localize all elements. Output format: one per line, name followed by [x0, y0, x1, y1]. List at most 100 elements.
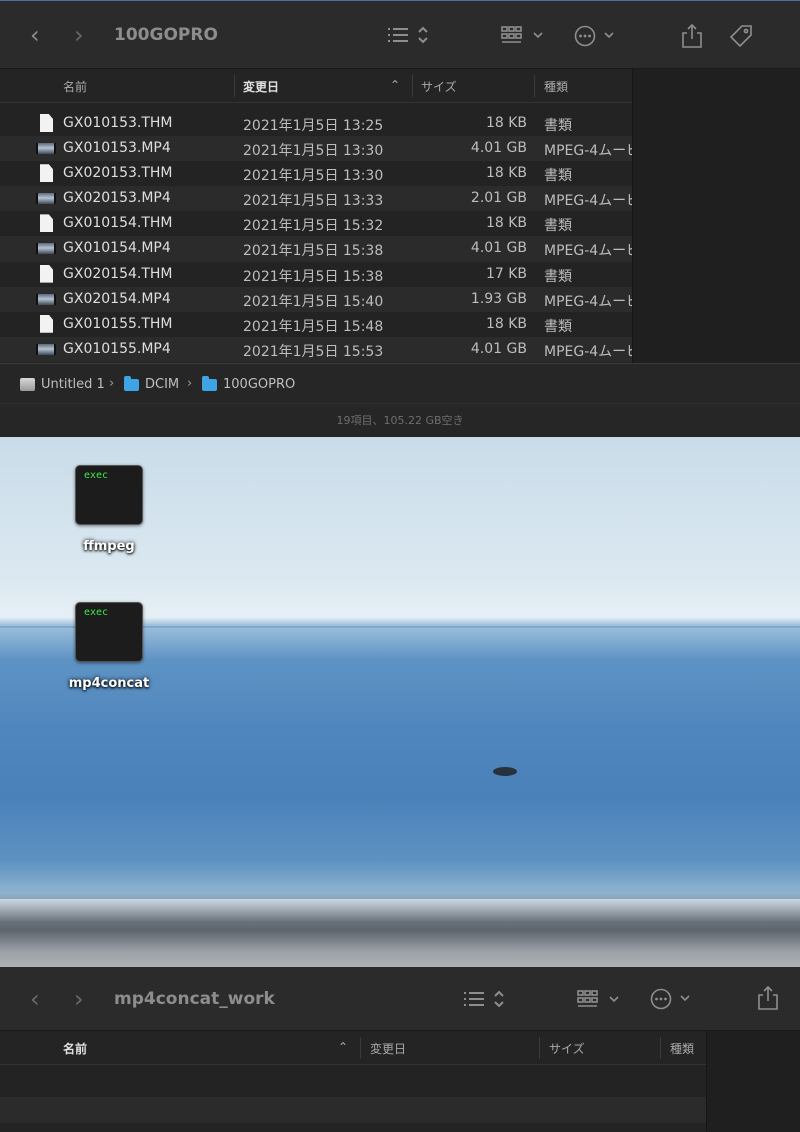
- path-bar: Untitled 1 › DCIM › 100GOPRO: [0, 363, 800, 403]
- file-date: 2021年1月5日 13:33: [243, 193, 384, 210]
- file-row[interactable]: GX020153.MP4 2021年1月5日 13:33 2.01 GB MPE…: [0, 186, 632, 212]
- group-view-icon[interactable]: [576, 989, 622, 1011]
- file-date: 2021年1月5日 15:38: [243, 243, 384, 260]
- file-kind: MPEG-4ムービー: [544, 143, 632, 160]
- list-view-icon[interactable]: [386, 25, 432, 45]
- desktop-icon-label: ffmpeg: [83, 539, 135, 554]
- file-date: 2021年1月5日 15:40: [243, 293, 384, 310]
- column-size[interactable]: サイズ: [421, 78, 457, 95]
- desktop-icon-ffmpeg[interactable]: exec ffmpeg: [54, 465, 164, 554]
- column-date[interactable]: 変更日: [243, 78, 279, 95]
- file-row[interactable]: GX010155.MP4 2021年1月5日 15:53 4.01 GB MPE…: [0, 336, 632, 362]
- path-item-disk[interactable]: Untitled 1: [20, 377, 105, 392]
- sort-ascending-icon[interactable]: ⌃: [338, 1040, 348, 1054]
- file-date: 2021年1月5日 13:30: [243, 143, 384, 160]
- sort-ascending-icon[interactable]: ⌃: [390, 78, 400, 92]
- document-icon: [36, 114, 56, 133]
- file-size: 4.01 GB: [470, 240, 527, 257]
- file-row[interactable]: GX010155.THM 2021年1月5日 15:48 18 KB 書類: [0, 312, 632, 337]
- video-thumbnail-icon: [36, 139, 56, 158]
- group-view-icon[interactable]: [500, 25, 546, 47]
- column-kind[interactable]: 種類: [544, 78, 568, 95]
- more-actions-icon[interactable]: [574, 24, 620, 48]
- document-icon: [36, 264, 56, 284]
- file-kind: MPEG-4ムービー: [544, 243, 632, 260]
- file-name: GX010154.THM: [63, 215, 173, 232]
- file-row[interactable]: GX020154.THM 2021年1月5日 15:38 17 KB 書類: [0, 262, 632, 287]
- file-date: 2021年1月5日 13:25: [243, 118, 384, 134]
- path-label: Untitled 1: [41, 377, 105, 392]
- file-date: 2021年1月5日 13:30: [243, 168, 384, 185]
- file-size: 2.01 GB: [470, 190, 527, 207]
- column-size[interactable]: サイズ: [549, 1040, 585, 1057]
- file-row[interactable]: GX010153.MP4 2021年1月5日 13:30 4.01 GB MPE…: [0, 136, 632, 162]
- disk-icon: [20, 378, 35, 391]
- chevron-right-icon: ›: [109, 376, 115, 391]
- finder-window-100gopro: ‹ › 100GOPRO 名前 変更日 ⌃ サイズ 種類 GX010153.TH…: [0, 0, 800, 438]
- more-actions-icon[interactable]: [650, 987, 696, 1011]
- path-item-dcim[interactable]: DCIM: [124, 375, 180, 392]
- file-name: GX020154.THM: [63, 265, 173, 282]
- forward-button[interactable]: ›: [74, 987, 84, 1011]
- window-title: mp4concat_work: [114, 989, 275, 1009]
- file-name: GX020153.THM: [63, 165, 173, 182]
- video-thumbnail-icon: [36, 239, 56, 258]
- column-header: 名前 ⌃ 変更日 サイズ 種類: [0, 1031, 706, 1065]
- tag-icon[interactable]: [728, 23, 754, 49]
- file-kind: MPEG-4ムービー: [544, 193, 632, 210]
- file-size: 17 KB: [485, 265, 527, 282]
- path-label: DCIM: [145, 377, 180, 392]
- video-thumbnail-icon: [36, 290, 56, 309]
- path-label: 100GOPRO: [223, 377, 296, 392]
- chevron-right-icon: ›: [187, 376, 193, 391]
- desktop-icon-mp4concat[interactable]: exec mp4concat: [54, 602, 164, 691]
- forward-button[interactable]: ›: [74, 23, 84, 47]
- file-row[interactable]: GX020154.MP4 2021年1月5日 15:40 1.93 GB MPE…: [0, 286, 632, 312]
- list-view-icon[interactable]: [462, 989, 508, 1009]
- desktop-icon-label: mp4concat: [68, 676, 150, 691]
- file-list: GX010153.THM 2021年1月5日 13:25 18 KB 書類 GX…: [0, 111, 632, 362]
- file-kind: MPEG-4ムービー: [544, 293, 632, 310]
- file-name: GX010154.MP4: [63, 240, 171, 257]
- share-icon[interactable]: [680, 23, 704, 49]
- surfer: [493, 767, 517, 776]
- file-size: 18 KB: [485, 315, 527, 332]
- back-button[interactable]: ‹: [30, 23, 40, 47]
- file-row[interactable]: GX010154.MP4 2021年1月5日 15:38 4.01 GB MPE…: [0, 236, 632, 262]
- file-kind: 書類: [544, 118, 572, 134]
- folder-icon: [202, 375, 217, 391]
- file-size: 18 KB: [485, 115, 527, 131]
- document-icon: [36, 314, 56, 334]
- desktop: exec ffmpeg exec mp4concat: [0, 437, 800, 967]
- file-size: 18 KB: [485, 165, 527, 182]
- column-name[interactable]: 名前: [63, 1040, 87, 1057]
- file-row[interactable]: GX010153.THM 2021年1月5日 13:25 18 KB 書類: [0, 111, 632, 136]
- file-date: 2021年1月5日 15:53: [243, 343, 384, 360]
- file-kind: 書類: [544, 318, 572, 335]
- status-bar: 19項目、105.22 GB空き: [0, 403, 800, 438]
- column-kind[interactable]: 種類: [670, 1040, 694, 1057]
- share-icon[interactable]: [756, 985, 780, 1011]
- file-row[interactable]: GX020153.THM 2021年1月5日 13:30 18 KB 書類: [0, 161, 632, 186]
- video-thumbnail-icon: [36, 189, 56, 208]
- file-size: 4.01 GB: [470, 140, 527, 157]
- column-name[interactable]: 名前: [63, 78, 87, 95]
- shore-foam: [0, 899, 800, 923]
- column-date[interactable]: 変更日: [370, 1040, 406, 1057]
- window-title: 100GOPRO: [114, 25, 218, 45]
- file-date: 2021年1月5日 15:48: [243, 318, 384, 335]
- file-name: GX010153.MP4: [63, 140, 171, 157]
- document-icon: [36, 164, 56, 183]
- path-item-100gopro[interactable]: 100GOPRO: [202, 375, 296, 392]
- finder-toolbar: ‹ › 100GOPRO: [0, 1, 800, 69]
- file-name: GX010155.THM: [63, 315, 173, 332]
- back-button[interactable]: ‹: [30, 987, 40, 1011]
- folder-icon: [124, 375, 139, 391]
- file-row[interactable]: GX010154.THM 2021年1月5日 15:32 18 KB 書類: [0, 211, 632, 236]
- preview-pane: [632, 69, 800, 363]
- file-size: 1.93 GB: [470, 290, 527, 307]
- file-kind: 書類: [544, 268, 572, 285]
- column-header: 名前 変更日 ⌃ サイズ 種類: [0, 69, 632, 103]
- file-list-empty: [0, 1065, 706, 1132]
- file-date: 2021年1月5日 15:38: [243, 268, 384, 285]
